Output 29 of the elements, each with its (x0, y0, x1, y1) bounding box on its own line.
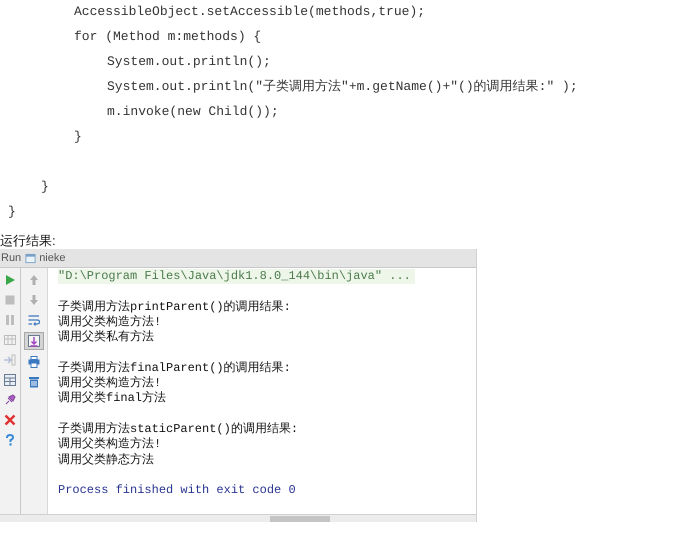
scrollbar-thumb[interactable] (270, 516, 330, 522)
run-label: Run (0, 252, 22, 264)
exit-message: Process finished with exit code 0 (58, 483, 297, 498)
output-line: 子类调用方法finalParent()的调用结果: (58, 360, 292, 376)
output-line: 调用父类静态方法 (58, 452, 155, 468)
caption-text: 运行结果: (0, 232, 57, 249)
code-line: AccessibleObject.setAccessible(methods,true); (74, 3, 426, 21)
scroll-end-icon[interactable] (24, 332, 44, 350)
config-name[interactable]: nieke (39, 252, 66, 264)
output-line: 调用父类构造方法! (58, 437, 162, 452)
code-line: System.out.println("子类调用方法"+m.getName()+"()的调用结果:" ); (107, 78, 578, 96)
printer-icon[interactable] (26, 354, 42, 370)
output-line: 调用父类私有方法 (58, 330, 155, 346)
layout-icon[interactable] (2, 372, 18, 388)
code-line: m.invoke(new Child()); (107, 103, 279, 121)
code-line: } (8, 203, 16, 221)
output-line: 调用父类final方法 (58, 391, 168, 407)
trash-icon[interactable] (26, 374, 42, 390)
code-line: } (74, 128, 82, 146)
output-line: 子类调用方法staticParent()的调用结果: (58, 422, 300, 436)
output-line: 调用父类构造方法! (58, 376, 162, 390)
close-icon[interactable] (2, 412, 18, 428)
code-line: System.out.println(); (107, 53, 271, 71)
output-line: 子类调用方法printParent()的调用结果: (58, 300, 292, 314)
output-line: 调用父类构造方法! (58, 314, 162, 330)
code-line: } (41, 178, 49, 196)
window-icon (25, 252, 36, 264)
code-line: for (Method m:methods) { (74, 28, 262, 46)
horizontal-scrollbar[interactable] (0, 514, 476, 522)
